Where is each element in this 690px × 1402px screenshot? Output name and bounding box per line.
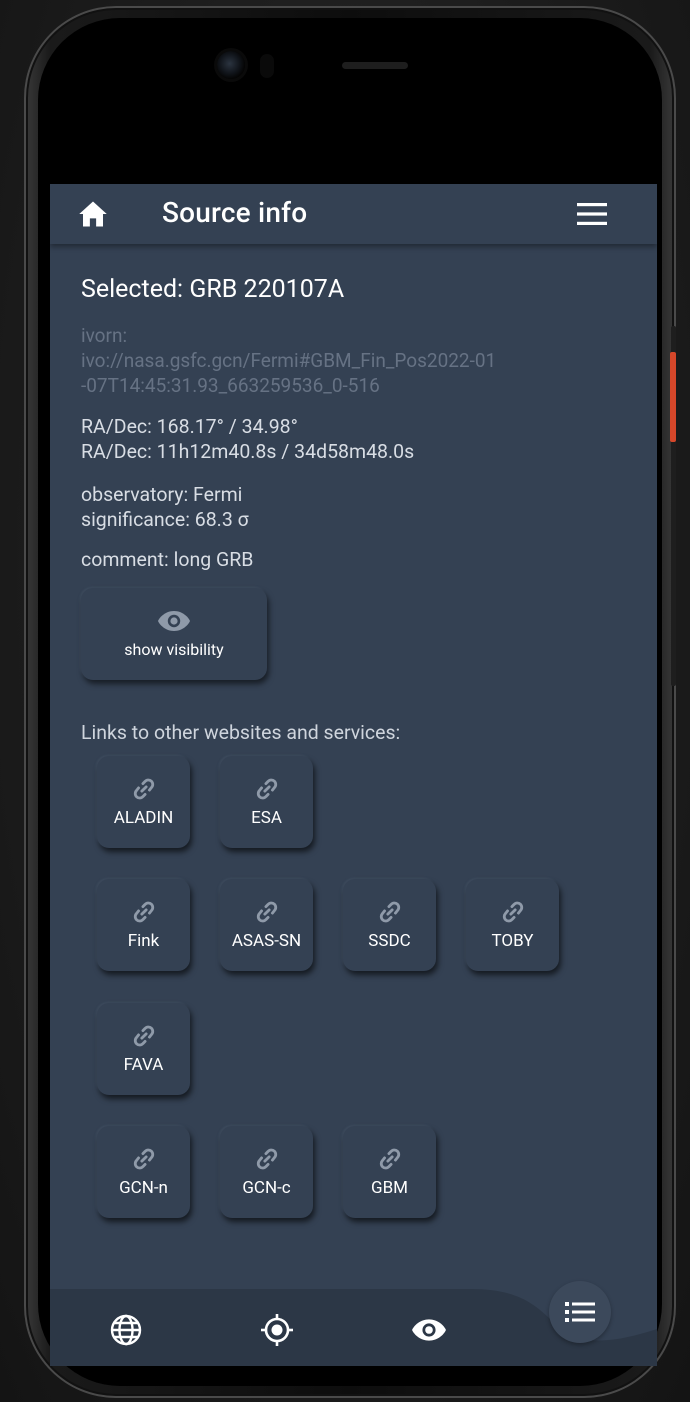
link-label: TOBY xyxy=(491,931,534,951)
link-label: Fink xyxy=(127,931,160,951)
ivorn-text: ivorn: ivo://nasa.gsfc.gcn/Fermi#GBM_Fin… xyxy=(81,323,641,398)
link-label: ALADIN xyxy=(113,808,174,828)
link-icon xyxy=(133,901,154,923)
page-title: Source info xyxy=(162,196,308,229)
coordinates: RA/Dec: 168.17° / 34.98° RA/Dec: 11h12m4… xyxy=(81,414,641,464)
significance: significance: 68.3 σ xyxy=(81,508,249,531)
link-icon xyxy=(379,901,400,923)
links-row: FAVA xyxy=(97,1003,190,1095)
link-fava-button[interactable]: FAVA xyxy=(97,1003,190,1095)
observation-info: observatory: Fermi significance: 68.3 σ xyxy=(81,482,641,532)
hamburger-menu-icon[interactable] xyxy=(577,203,607,225)
links-row: ALADIN ESA xyxy=(97,756,313,848)
screen: Source info Selected: GRB 220107A ivorn:… xyxy=(50,86,657,1366)
link-label: FAVA xyxy=(123,1055,164,1075)
link-icon xyxy=(256,1148,277,1170)
source-info-content: Selected: GRB 220107A ivorn: ivo://nasa.… xyxy=(81,274,641,744)
link-label: GCN-c xyxy=(242,1178,291,1198)
crosshair-icon[interactable] xyxy=(260,1313,294,1347)
link-gbm-button[interactable]: GBM xyxy=(343,1126,436,1218)
app-view: Source info Selected: GRB 220107A ivorn:… xyxy=(50,184,657,1366)
link-toby-button[interactable]: TOBY xyxy=(466,879,559,971)
bottom-navigation-bar xyxy=(50,1281,657,1366)
home-icon[interactable] xyxy=(78,200,108,228)
show-visibility-button[interactable]: show visibility xyxy=(81,588,267,680)
link-fink-button[interactable]: Fink xyxy=(97,879,190,971)
link-label: GBM xyxy=(370,1178,408,1198)
list-icon xyxy=(565,1302,595,1322)
link-gcn-c-button[interactable]: GCN-c xyxy=(220,1126,313,1218)
show-visibility-label: show visibility xyxy=(124,639,224,659)
link-icon xyxy=(379,1148,400,1170)
link-label: SSDC xyxy=(368,931,411,951)
comment: comment: long GRB xyxy=(81,548,254,571)
link-label: ESA xyxy=(251,808,282,828)
eye-icon xyxy=(158,610,190,631)
links-heading: Links to other websites and services: xyxy=(81,721,401,744)
earpiece-speaker xyxy=(342,62,408,69)
link-icon xyxy=(133,1025,154,1047)
radec-degrees: RA/Dec: 168.17° / 34.98° xyxy=(81,415,298,438)
link-icon xyxy=(133,1148,154,1170)
front-camera xyxy=(217,51,245,79)
link-esa-button[interactable]: ESA xyxy=(220,756,313,848)
observatory: observatory: Fermi xyxy=(81,483,243,506)
selected-source: Selected: GRB 220107A xyxy=(81,275,345,304)
link-icon xyxy=(256,778,277,800)
eye-icon[interactable] xyxy=(411,1317,447,1343)
ivorn-line: ivorn: xyxy=(81,324,128,347)
link-label: ASAS-SN xyxy=(231,931,302,951)
links-row: Fink ASAS-SN SSDC TOBY xyxy=(97,879,559,971)
globe-icon[interactable] xyxy=(109,1313,143,1347)
ivorn-line: ivo://nasa.gsfc.gcn/Fermi#GBM_Fin_Pos202… xyxy=(81,349,497,372)
ivorn-line: -07T14:45:31.93_663259536_0-516 xyxy=(81,374,380,397)
link-icon xyxy=(502,901,523,923)
power-button xyxy=(670,352,676,442)
proximity-sensor xyxy=(260,54,274,78)
link-icon xyxy=(133,778,154,800)
radec-hms: RA/Dec: 11h12m40.8s / 34d58m48.0s xyxy=(81,440,415,463)
link-asas-sn-button[interactable]: ASAS-SN xyxy=(220,879,313,971)
link-label: GCN-n xyxy=(119,1178,168,1198)
link-gcn-n-button[interactable]: GCN-n xyxy=(97,1126,190,1218)
link-aladin-button[interactable]: ALADIN xyxy=(97,756,190,848)
links-row: GCN-n GCN-c GBM xyxy=(97,1126,436,1218)
link-icon xyxy=(256,901,277,923)
list-fab-button[interactable] xyxy=(549,1281,611,1343)
link-ssdc-button[interactable]: SSDC xyxy=(343,879,436,971)
app-bar: Source info xyxy=(50,184,657,244)
